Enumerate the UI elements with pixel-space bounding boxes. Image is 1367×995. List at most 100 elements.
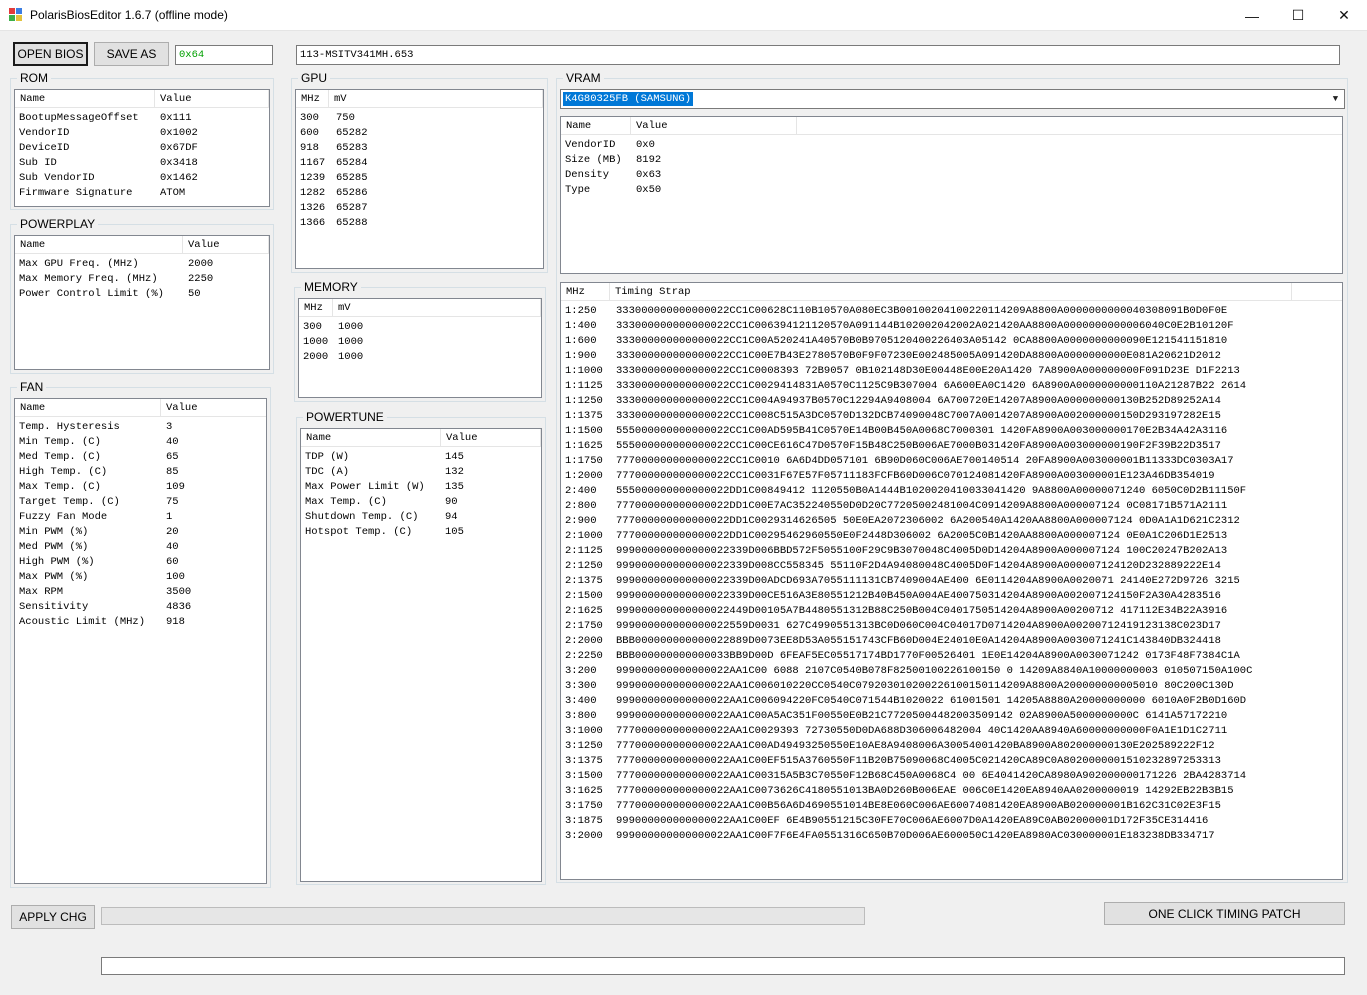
open-bios-button[interactable]: OPEN BIOS — [13, 42, 88, 66]
table-row[interactable]: Size (MB) 8192 — [565, 153, 1342, 168]
table-row[interactable]: 2:2000 BBB000000000000022889D0073EE8D53A0… — [565, 634, 1342, 649]
save-as-button[interactable]: SAVE AS — [94, 42, 169, 66]
column-header[interactable]: mV — [329, 90, 543, 108]
table-row[interactable]: Sensitivity 4836 — [19, 600, 266, 615]
table-row[interactable]: Max Memory Freq. (MHz) 2250 — [19, 272, 269, 287]
table-row[interactable]: Max Temp. (C) 109 — [19, 480, 266, 495]
one-click-timing-patch-button[interactable]: ONE CLICK TIMING PATCH — [1104, 902, 1345, 925]
table-row[interactable]: 600 65282 — [300, 126, 543, 141]
table-row[interactable]: Min Temp. (C) 40 — [19, 435, 266, 450]
table-row[interactable]: Min PWM (%) 20 — [19, 525, 266, 540]
close-button[interactable]: ✕ — [1321, 0, 1367, 31]
table-row[interactable]: High Temp. (C) 85 — [19, 465, 266, 480]
table-row[interactable]: TDP (W) 145 — [305, 450, 541, 465]
table-row[interactable]: Max Temp. (C) 90 — [305, 495, 541, 510]
table-row[interactable]: Max Power Limit (W) 135 — [305, 480, 541, 495]
table-row[interactable]: 3:1875 999000000000000022AA1C00EF 6E4B905… — [565, 814, 1342, 829]
table-row[interactable]: 1326 65287 — [300, 201, 543, 216]
table-row[interactable]: 300 750 — [300, 111, 543, 126]
table-row[interactable]: 2:400 555000000000000022DD1C00849412 1120… — [565, 484, 1342, 499]
column-header[interactable]: Value — [155, 90, 269, 108]
table-row[interactable]: Med Temp. (C) 65 — [19, 450, 266, 465]
table-row[interactable]: Sub VendorID 0x1462 — [19, 171, 269, 186]
table-row[interactable]: 1167 65284 — [300, 156, 543, 171]
table-row[interactable]: 3:2000 999000000000000022AA1C00F7F6E4FA05… — [565, 829, 1342, 844]
memory-list[interactable]: MHz mV 300 1000 1000 1000 2000 1000 — [298, 298, 542, 398]
table-row[interactable]: 2:1500 999000000000000022339D00CE516A3E80… — [565, 589, 1342, 604]
fan-list[interactable]: Name Value Temp. Hysteresis 3 Min Temp. (C) 4… — [14, 398, 267, 884]
column-header[interactable]: Value — [183, 236, 269, 254]
column-header[interactable]: Value — [441, 429, 541, 447]
table-row[interactable]: Target Temp. (C) 75 — [19, 495, 266, 510]
part-number-field[interactable]: 113-MSITV341MH.653 — [296, 45, 1340, 65]
table-row[interactable]: 1:1375 333000000000000022CC1C008C515A3DC0… — [565, 409, 1342, 424]
table-row[interactable]: 1366 65288 — [300, 216, 543, 231]
table-row[interactable]: 2:900 777000000000000022DD1C0029314626505… — [565, 514, 1342, 529]
table-row[interactable]: Density 0x63 — [565, 168, 1342, 183]
table-row[interactable]: Acoustic Limit (MHz) 918 — [19, 615, 266, 630]
table-row[interactable]: 1282 65286 — [300, 186, 543, 201]
table-row[interactable]: 3:200 999000000000000022AA1C00 6088 2107C… — [565, 664, 1342, 679]
powerplay-list[interactable]: Name Value Max GPU Freq. (MHz) 2000 Max Memo… — [14, 235, 270, 370]
powertune-list[interactable]: Name Value TDP (W) 145 TDC (A) 132 Max Power L… — [300, 428, 542, 882]
table-row[interactable]: 3:1500 777000000000000022AA1C00315A5B3C70… — [565, 769, 1342, 784]
table-row[interactable]: 3:300 999000000000000022AA1C006010220CC05… — [565, 679, 1342, 694]
table-row[interactable]: 1:2000 777000000000000022CC1C0031F67E57F0… — [565, 469, 1342, 484]
table-row[interactable]: DeviceID 0x67DF — [19, 141, 269, 156]
chevron-down-icon[interactable]: ▼ — [1327, 90, 1344, 108]
vram-select[interactable]: K4G80325FB (SAMSUNG) ▼ — [560, 89, 1345, 109]
table-row[interactable]: 1000 1000 — [303, 335, 541, 350]
table-row[interactable]: 3:1625 777000000000000022AA1C0073626C4180… — [565, 784, 1342, 799]
table-row[interactable]: Firmware Signature ATOM — [19, 186, 269, 201]
table-row[interactable]: 2:1250 999000000000000022339D008CC558345 … — [565, 559, 1342, 574]
column-header[interactable]: Name — [301, 429, 441, 447]
table-row[interactable]: 3:1375 777000000000000022AA1C00EF515A3760… — [565, 754, 1342, 769]
table-row[interactable]: 1:1250 333000000000000022CC1C004A94937B05… — [565, 394, 1342, 409]
table-row[interactable]: 2000 1000 — [303, 350, 541, 365]
table-row[interactable]: 1:900 333000000000000022CC1C00E7B43E27805… — [565, 349, 1342, 364]
table-row[interactable]: 2:1375 999000000000000022339D00ADCD693A70… — [565, 574, 1342, 589]
table-row[interactable]: 3:1750 777000000000000022AA1C00B56A6D4690… — [565, 799, 1342, 814]
table-row[interactable]: Temp. Hysteresis 3 — [19, 420, 266, 435]
column-header[interactable]: Name — [15, 236, 183, 254]
table-row[interactable]: Power Control Limit (%) 50 — [19, 287, 269, 302]
column-header[interactable]: Timing Strap — [610, 283, 1292, 301]
table-row[interactable]: Type 0x50 — [565, 183, 1342, 198]
table-row[interactable]: Max PWM (%) 100 — [19, 570, 266, 585]
table-row[interactable]: VendorID 0x1002 — [19, 126, 269, 141]
table-row[interactable]: 300 1000 — [303, 320, 541, 335]
column-header[interactable]: MHz — [561, 283, 610, 301]
table-row[interactable]: 1:1500 555000000000000022CC1C00AD595B41C0… — [565, 424, 1342, 439]
column-header[interactable]: Name — [15, 90, 155, 108]
table-row[interactable]: 1:250 333000000000000022CC1C00628C110B105… — [565, 304, 1342, 319]
table-row[interactable]: 1:1750 777000000000000022CC1C0010 6A6D4DD… — [565, 454, 1342, 469]
table-row[interactable]: 3:1250 777000000000000022AA1C00AD49493250… — [565, 739, 1342, 754]
table-row[interactable]: Max RPM 3500 — [19, 585, 266, 600]
table-row[interactable]: 3:1000 777000000000000022AA1C0029393 7273… — [565, 724, 1342, 739]
column-header[interactable]: MHz — [296, 90, 329, 108]
table-row[interactable]: 1:1125 333000000000000022CC1C0029414831A0… — [565, 379, 1342, 394]
table-row[interactable]: BootupMessageOffset 0x111 — [19, 111, 269, 126]
table-row[interactable]: 2:1750 999000000000000022559D0031 627C499… — [565, 619, 1342, 634]
table-row[interactable]: 2:800 777000000000000022DD1C00E7AC3522405… — [565, 499, 1342, 514]
table-row[interactable]: Sub ID 0x3418 — [19, 156, 269, 171]
column-header[interactable]: Name — [561, 117, 631, 135]
table-row[interactable]: Max GPU Freq. (MHz) 2000 — [19, 257, 269, 272]
maximize-button[interactable]: ☐ — [1275, 0, 1321, 31]
column-header[interactable]: mV — [333, 299, 541, 317]
column-header[interactable]: Name — [15, 399, 161, 417]
vram-info-list[interactable]: Name Value VendorID 0x0 Size (MB) 8192 Density… — [560, 116, 1343, 274]
table-row[interactable]: High PWM (%) 60 — [19, 555, 266, 570]
checksum-field[interactable]: 0x64 — [175, 45, 273, 65]
table-row[interactable]: 2:1000 777000000000000022DD1C002954629605… — [565, 529, 1342, 544]
table-row[interactable]: 3:800 999000000000000022AA1C00A5AC351F005… — [565, 709, 1342, 724]
table-row[interactable]: 1:1625 555000000000000022CC1C00CE616C47D0… — [565, 439, 1342, 454]
rom-list[interactable]: Name Value BootupMessageOffset 0x111 VendorI… — [14, 89, 270, 207]
table-row[interactable]: 2:2250 BBB000000000000033BB9D00D 6FEAF5EC… — [565, 649, 1342, 664]
gpu-list[interactable]: MHz mV 300 750 600 65282 918 65283 1167 65284 1239… — [295, 89, 544, 269]
table-row[interactable]: 1:400 333000000000000022CC1C0063941211205… — [565, 319, 1342, 334]
column-header[interactable]: Value — [631, 117, 797, 135]
table-row[interactable]: Hotspot Temp. (C) 105 — [305, 525, 541, 540]
table-row[interactable]: VendorID 0x0 — [565, 138, 1342, 153]
table-row[interactable]: Med PWM (%) 40 — [19, 540, 266, 555]
